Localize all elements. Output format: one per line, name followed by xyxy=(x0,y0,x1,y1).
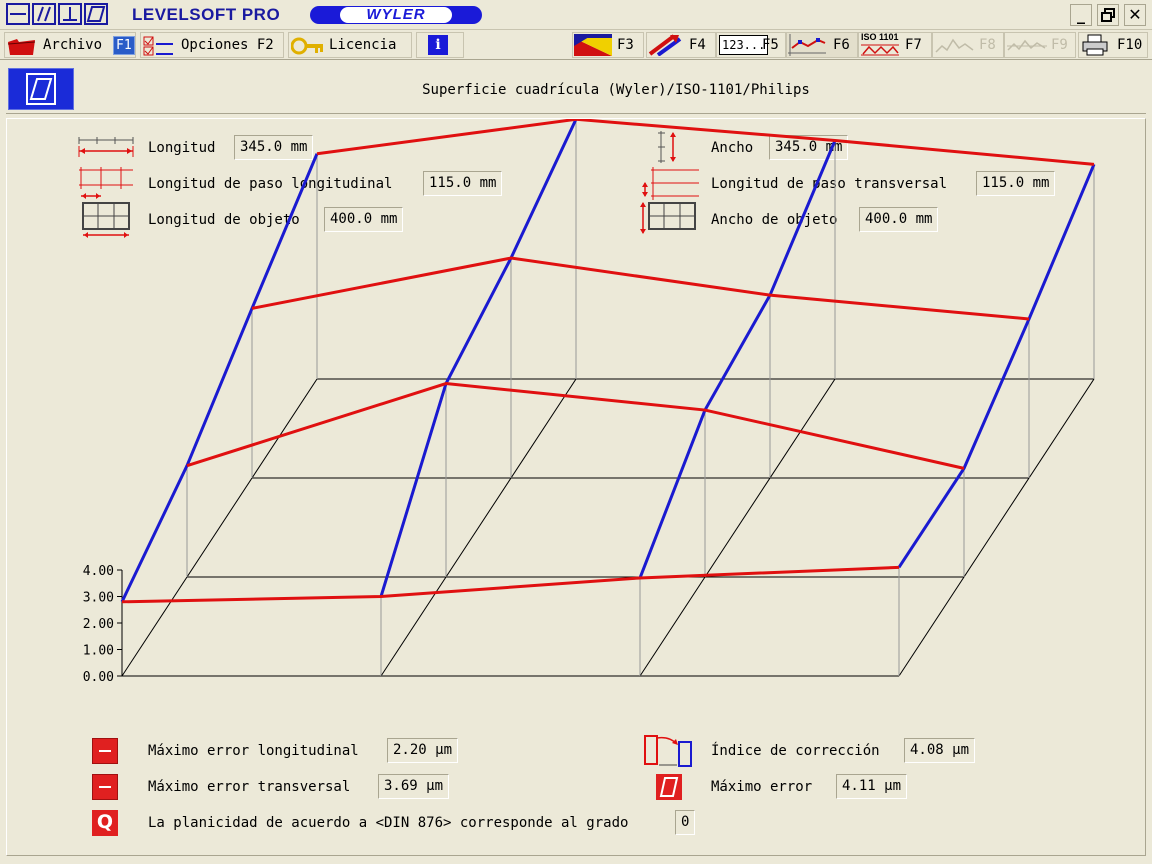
f10-button[interactable]: F10 xyxy=(1078,32,1148,58)
title-bar: LEVELSOFT PRO WYLER _ ✕ xyxy=(0,0,1152,30)
straight-edge-mode-icon[interactable] xyxy=(6,3,30,25)
f6-label: F6 xyxy=(833,37,850,53)
f5-label: F5 xyxy=(762,37,779,53)
planicidad-value: 0 xyxy=(675,810,696,835)
brand-text: WYLER xyxy=(340,7,452,23)
longitudinal-profile-line xyxy=(316,119,1095,166)
checklist-icon xyxy=(143,36,173,56)
f8-label: F8 xyxy=(979,37,996,53)
f4-button[interactable]: F4 xyxy=(646,32,716,58)
minimize-button[interactable]: _ xyxy=(1070,4,1092,26)
close-button[interactable]: ✕ xyxy=(1124,4,1146,26)
opciones-button[interactable]: Opciones F2 xyxy=(140,32,284,58)
f3-button[interactable]: F3 xyxy=(572,32,644,58)
f5-button[interactable]: 123... F5 xyxy=(716,32,786,58)
color-stripes-icon xyxy=(574,34,612,56)
surface-grid-chart: 0.00 1.00 2.00 3.00 4.00 xyxy=(83,119,1096,685)
main-panel: Longitud 345.0 mm Longitud de paso longi… xyxy=(6,118,1146,856)
f4-label: F4 xyxy=(689,37,706,53)
page-title: Superficie cuadrícula (Wyler)/ISO-1101/P… xyxy=(422,82,810,98)
opciones-label: Opciones F2 xyxy=(181,37,274,53)
wave-profile-icon xyxy=(935,38,974,53)
key-icon xyxy=(291,37,323,55)
correction-index-icon xyxy=(644,735,692,767)
planicidad-label: La planicidad de acuerdo a <DIN 876> cor… xyxy=(148,815,629,831)
max-long-value: 2.20 µm xyxy=(387,738,459,763)
indice-label: Índice de corrección xyxy=(711,743,880,759)
longitudinal-profile-line xyxy=(251,256,1030,321)
folder-icon xyxy=(7,39,36,55)
f3-label: F3 xyxy=(617,37,634,53)
flatness-mode-icon[interactable] xyxy=(84,3,108,25)
brand-logo: WYLER xyxy=(310,6,482,24)
max-error-label: Máximo error xyxy=(711,779,813,795)
printer-icon xyxy=(1082,34,1108,56)
restore-button[interactable] xyxy=(1097,4,1119,26)
base-grid-line xyxy=(639,378,836,677)
indice-value: 4.08 µm xyxy=(904,738,976,763)
z-tick-label: 0.00 xyxy=(83,670,114,685)
info-button[interactable]: i xyxy=(416,32,464,58)
app-title: LEVELSOFT PRO xyxy=(132,5,281,24)
iso-1101-icon: ISO 1101 xyxy=(861,32,899,56)
longitudinal-profile-line xyxy=(121,565,900,604)
max-long-label: Máximo error longitudinal xyxy=(148,743,359,759)
toolbar: Archivo F1 Opciones F2 Licencia i F3 F4 … xyxy=(0,30,1152,60)
z-tick-label: 4.00 xyxy=(83,564,114,579)
max-trans-value: 3.69 µm xyxy=(378,774,450,799)
trend-arrows-icon xyxy=(648,34,682,56)
perpendicular-mode-icon[interactable] xyxy=(58,3,82,25)
z-tick-label: 2.00 xyxy=(83,617,114,632)
archivo-label: Archivo xyxy=(43,37,103,53)
f10-label: F10 xyxy=(1117,37,1143,53)
f9-label: F9 xyxy=(1051,37,1068,53)
licencia-button[interactable]: Licencia xyxy=(288,32,412,58)
transversal-profile-line xyxy=(638,139,837,579)
longitudinal-error-icon xyxy=(92,738,118,764)
profile-chart-icon xyxy=(788,34,826,56)
f7-label: F7 xyxy=(905,37,922,53)
max-error-value: 4.11 µm xyxy=(836,774,908,799)
transversal-error-icon xyxy=(92,774,118,800)
wave-compare-icon xyxy=(1007,39,1047,51)
archivo-shortcut: F1 xyxy=(113,36,135,55)
base-grid-line xyxy=(898,378,1095,677)
f8-button: F8 xyxy=(932,32,1004,58)
info-label: i xyxy=(435,37,441,53)
archivo-button[interactable]: Archivo F1 xyxy=(4,32,136,58)
f6-button[interactable]: F6 xyxy=(786,32,858,58)
max-error-icon xyxy=(656,774,682,800)
f7-button[interactable]: ISO 1101 F7 xyxy=(858,32,932,58)
numeric-icon: 123... xyxy=(719,35,769,55)
base-grid-line xyxy=(121,378,318,677)
f9-button: F9 xyxy=(1004,32,1076,58)
info-icon: i xyxy=(428,35,448,55)
longitudinal-profile-line xyxy=(186,382,965,470)
parallel-mode-icon[interactable] xyxy=(32,3,56,25)
transversal-profile-line xyxy=(379,119,578,597)
transversal-profile-line xyxy=(897,163,1096,569)
licencia-label: Licencia xyxy=(329,37,397,53)
z-tick-label: 3.00 xyxy=(83,591,114,606)
base-grid-line xyxy=(380,378,577,677)
max-trans-label: Máximo error transversal xyxy=(148,779,351,795)
quality-grade-icon: Q xyxy=(92,810,118,836)
header-panel: Superficie cuadrícula (Wyler)/ISO-1101/P… xyxy=(6,66,1146,114)
transversal-profile-line xyxy=(120,153,319,603)
z-tick-label: 1.00 xyxy=(83,644,114,659)
